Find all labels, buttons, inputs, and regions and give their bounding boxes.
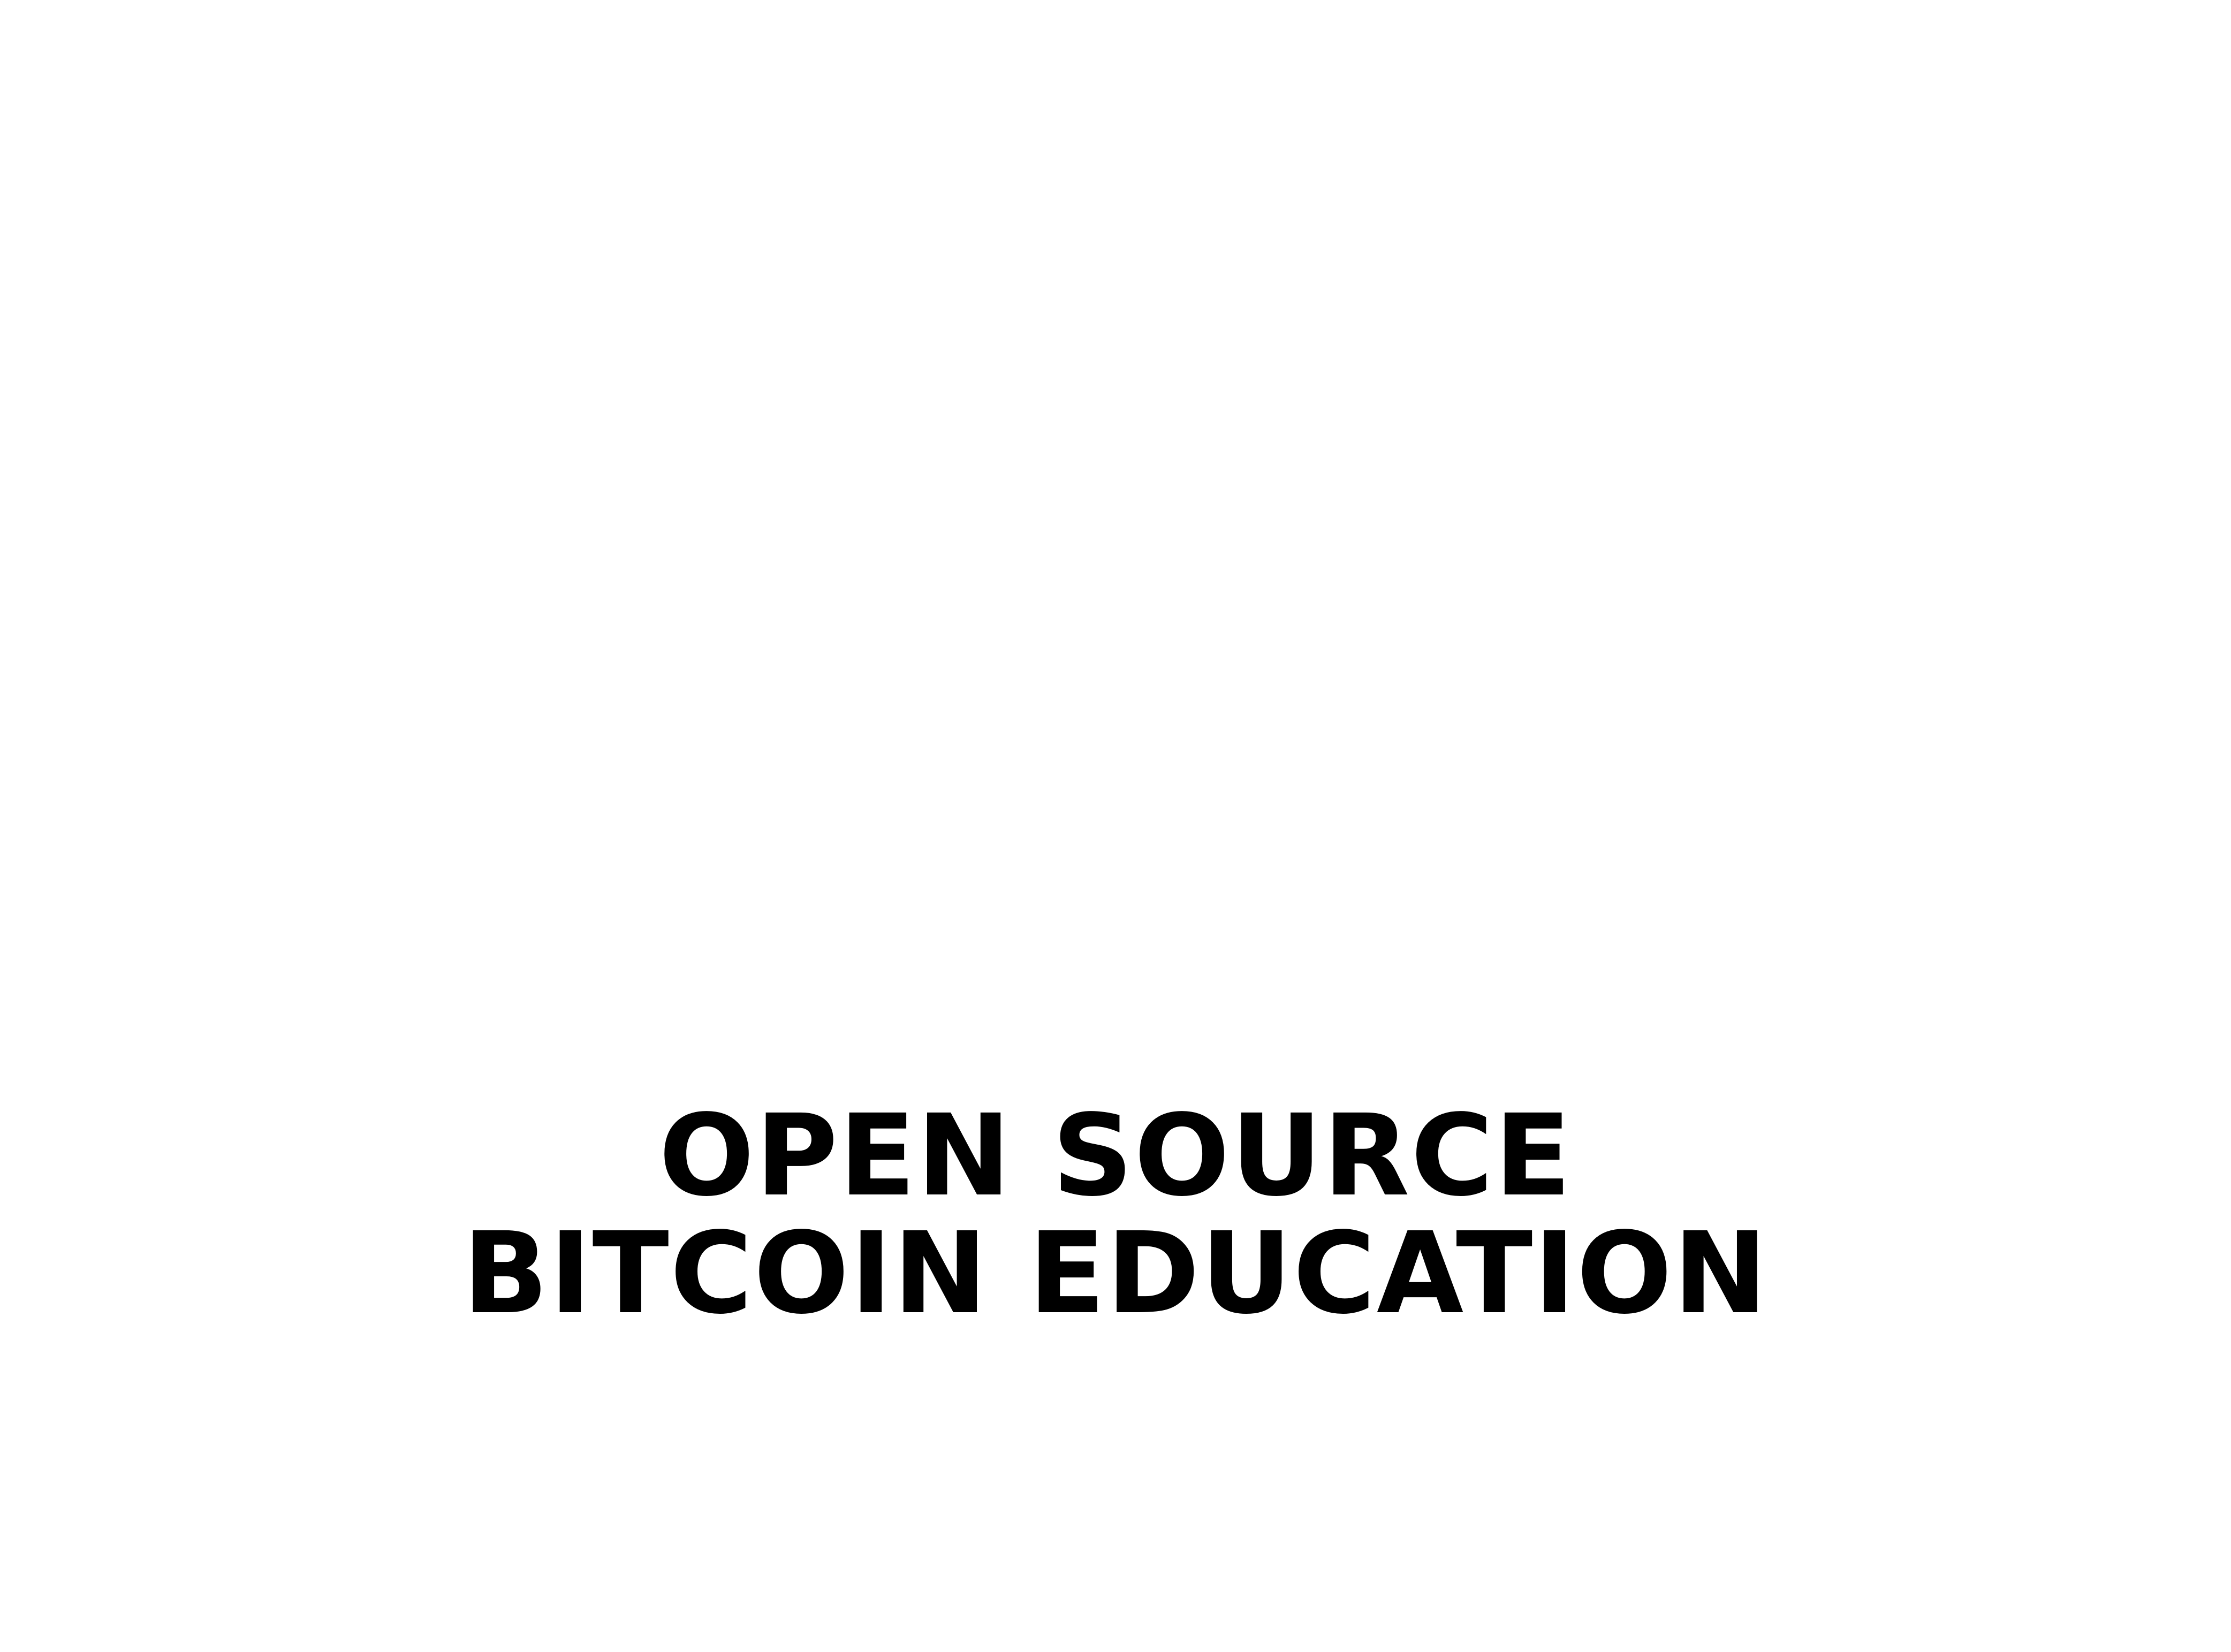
- title-block: OPEN SOURCE BITCOIN EDUCATION: [0, 1097, 2231, 1333]
- slide-canvas: OPEN SOURCE BITCOIN EDUCATION: [0, 0, 2231, 1652]
- title-line-2: BITCOIN EDUCATION: [462, 1208, 1769, 1339]
- title-line-1: OPEN SOURCE: [658, 1090, 1573, 1221]
